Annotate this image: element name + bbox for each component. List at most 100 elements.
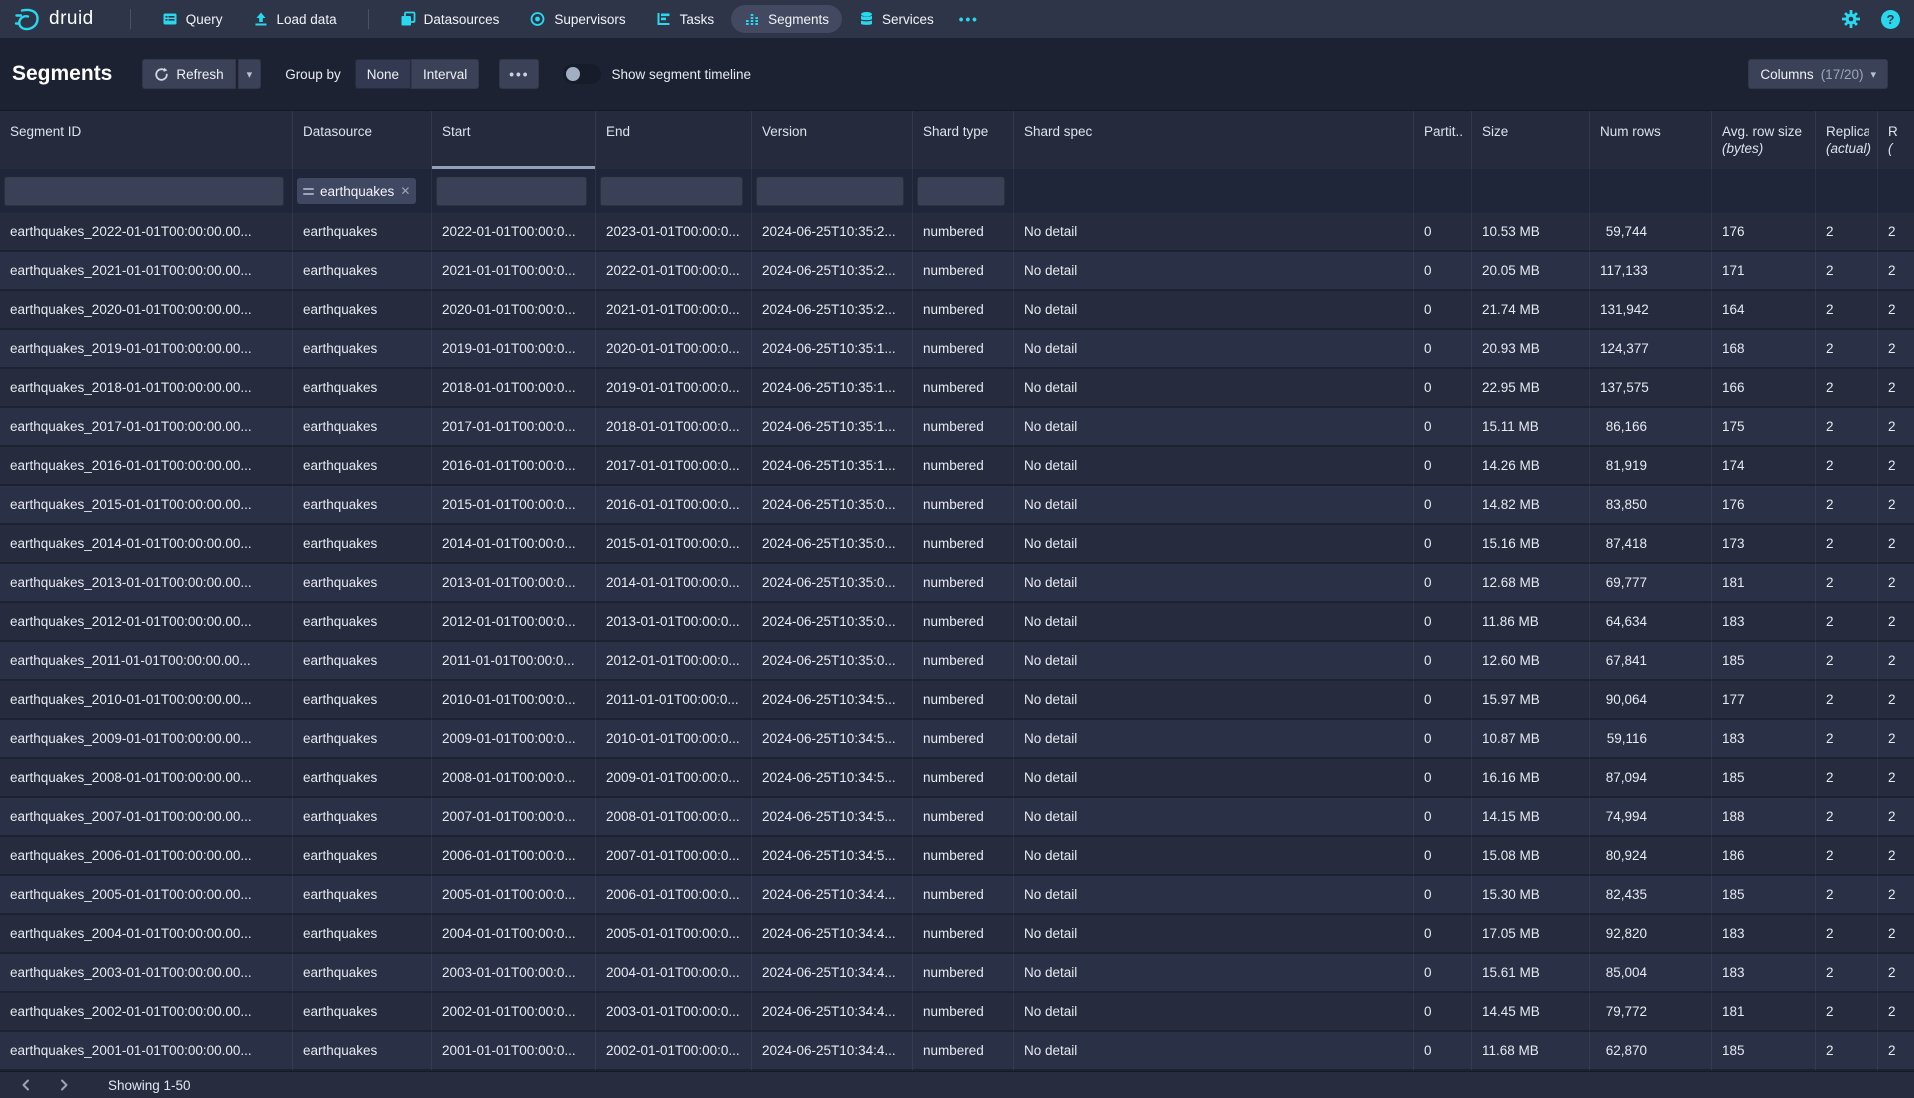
nav-item-query[interactable]: Query	[149, 5, 236, 33]
cell-last: 2	[1878, 681, 1914, 720]
cell-shard_type: numbered	[913, 603, 1014, 642]
cell-shard_type: numbered	[913, 759, 1014, 798]
remove-filter-icon[interactable]: ✕	[400, 184, 410, 198]
start-filter-input[interactable]	[436, 176, 587, 206]
table-row[interactable]: earthquakes_2022-01-01T00:00:00.00...ear…	[0, 213, 1914, 252]
cell-avg_row_size: 181	[1712, 564, 1816, 603]
cell-shard_type: numbered	[913, 330, 1014, 369]
table-row[interactable]: earthquakes_2003-01-01T00:00:00.00...ear…	[0, 954, 1914, 993]
cell-avg_row_size: 183	[1712, 720, 1816, 759]
cell-replicas: 2	[1816, 876, 1878, 915]
table-row[interactable]: earthquakes_2019-01-01T00:00:00.00...ear…	[0, 330, 1914, 369]
showing-count: Showing 1-50	[108, 1078, 191, 1093]
column-header-avg_row_size[interactable]: Avg. row size(bytes)	[1712, 111, 1816, 169]
column-header-end[interactable]: End	[596, 111, 752, 169]
cell-datasource: earthquakes	[293, 798, 432, 837]
cell-partition: 0	[1414, 291, 1472, 330]
table-row[interactable]: earthquakes_2016-01-01T00:00:00.00...ear…	[0, 447, 1914, 486]
cell-start: 2002-01-01T00:00:0...	[432, 993, 596, 1032]
refresh-button[interactable]: Refresh	[142, 59, 235, 89]
table-row[interactable]: earthquakes_2001-01-01T00:00:00.00...ear…	[0, 1032, 1914, 1071]
cell-end: 2006-01-01T00:00:0...	[596, 876, 752, 915]
column-header-shard_type[interactable]: Shard type	[913, 111, 1014, 169]
eye-icon	[529, 11, 546, 27]
cell-last: 2	[1878, 720, 1914, 759]
column-header-last[interactable]: R(	[1878, 111, 1914, 169]
table-row[interactable]: earthquakes_2018-01-01T00:00:00.00...ear…	[0, 369, 1914, 408]
cell-shard_type: numbered	[913, 915, 1014, 954]
cell-start: 2013-01-01T00:00:0...	[432, 564, 596, 603]
cell-last: 2	[1878, 564, 1914, 603]
column-header-shard_spec[interactable]: Shard spec	[1014, 111, 1414, 169]
table-row[interactable]: earthquakes_2017-01-01T00:00:00.00...ear…	[0, 408, 1914, 447]
table-row[interactable]: earthquakes_2010-01-01T00:00:00.00...ear…	[0, 681, 1914, 720]
cell-shard_type: numbered	[913, 1032, 1014, 1071]
cell-version: 2024-06-25T10:34:4...	[752, 915, 913, 954]
cell-size: 15.30 MB	[1472, 876, 1590, 915]
nav-more-button[interactable]: •••	[951, 6, 987, 33]
datasources-icon	[400, 11, 416, 27]
shard-type-filter-input[interactable]	[917, 176, 1005, 206]
nav-item-services[interactable]: Services	[846, 5, 947, 33]
column-header-partition[interactable]: Partit...	[1414, 111, 1472, 169]
column-header-id[interactable]: Segment ID	[0, 111, 293, 169]
cell-end: 2020-01-01T00:00:0...	[596, 330, 752, 369]
datasource-filter-tag[interactable]: earthquakes ✕	[297, 178, 416, 204]
table-row[interactable]: earthquakes_2007-01-01T00:00:00.00...ear…	[0, 798, 1914, 837]
cell-version: 2024-06-25T10:35:1...	[752, 408, 913, 447]
cell-last: 2	[1878, 447, 1914, 486]
upload-icon	[253, 11, 269, 27]
cell-end: 2004-01-01T00:00:0...	[596, 954, 752, 993]
table-row[interactable]: earthquakes_2011-01-01T00:00:00.00...ear…	[0, 642, 1914, 681]
cell-id: earthquakes_2022-01-01T00:00:00.00...	[0, 213, 293, 252]
refresh-dropdown-button[interactable]: ▾	[238, 59, 262, 89]
cell-shard_type: numbered	[913, 486, 1014, 525]
table-row[interactable]: earthquakes_2004-01-01T00:00:00.00...ear…	[0, 915, 1914, 954]
cell-id: earthquakes_2017-01-01T00:00:00.00...	[0, 408, 293, 447]
column-header-num_rows[interactable]: Num rows	[1590, 111, 1712, 169]
segment-timeline-toggle[interactable]	[563, 64, 601, 84]
column-header-size[interactable]: Size	[1472, 111, 1590, 169]
help-icon[interactable]: ?	[1881, 10, 1900, 29]
cell-version: 2024-06-25T10:34:4...	[752, 1032, 913, 1071]
table-row[interactable]: earthquakes_2012-01-01T00:00:00.00...ear…	[0, 603, 1914, 642]
columns-button[interactable]: Columns (17/20) ▾	[1748, 59, 1888, 89]
columns-label: Columns	[1760, 67, 1813, 82]
table-row[interactable]: earthquakes_2021-01-01T00:00:00.00...ear…	[0, 252, 1914, 291]
column-header-version[interactable]: Version	[752, 111, 913, 169]
table-row[interactable]: earthquakes_2014-01-01T00:00:00.00...ear…	[0, 525, 1914, 564]
nav-item-supervisors[interactable]: Supervisors	[516, 5, 638, 33]
app-logo[interactable]: druid	[14, 6, 94, 33]
cell-shard_type: numbered	[913, 993, 1014, 1032]
group-by-none-button[interactable]: None	[355, 59, 411, 89]
column-header-datasource[interactable]: Datasource	[293, 111, 432, 169]
cell-avg_row_size: 177	[1712, 681, 1816, 720]
more-actions-button[interactable]: •••	[499, 59, 539, 89]
nav-item-tasks[interactable]: Tasks	[643, 5, 728, 33]
table-row[interactable]: earthquakes_2002-01-01T00:00:00.00...ear…	[0, 993, 1914, 1032]
nav-item-datasources[interactable]: Datasources	[387, 5, 513, 33]
end-filter-input[interactable]	[600, 176, 743, 206]
cell-end: 2007-01-01T00:00:0...	[596, 837, 752, 876]
column-header-start[interactable]: Start	[432, 111, 596, 169]
version-filter-input[interactable]	[756, 176, 904, 206]
table-row[interactable]: earthquakes_2020-01-01T00:00:00.00...ear…	[0, 291, 1914, 330]
cell-avg_row_size: 175	[1712, 408, 1816, 447]
settings-gear-icon[interactable]	[1841, 9, 1861, 29]
table-row[interactable]: earthquakes_2013-01-01T00:00:00.00...ear…	[0, 564, 1914, 603]
nav-item-segments[interactable]: Segments	[731, 5, 842, 33]
cell-replicas: 2	[1816, 525, 1878, 564]
table-row[interactable]: earthquakes_2008-01-01T00:00:00.00...ear…	[0, 759, 1914, 798]
table-row[interactable]: earthquakes_2005-01-01T00:00:00.00...ear…	[0, 876, 1914, 915]
divider	[368, 9, 369, 29]
nav-item-load-data[interactable]: Load data	[240, 5, 350, 33]
cell-id: earthquakes_2013-01-01T00:00:00.00...	[0, 564, 293, 603]
column-header-replicas[interactable]: Replicas(actual)	[1816, 111, 1878, 169]
next-page-button[interactable]	[48, 1077, 80, 1093]
table-row[interactable]: earthquakes_2015-01-01T00:00:00.00...ear…	[0, 486, 1914, 525]
table-row[interactable]: earthquakes_2006-01-01T00:00:00.00...ear…	[0, 837, 1914, 876]
segment-id-filter-input[interactable]	[4, 176, 284, 206]
previous-page-button[interactable]	[10, 1077, 42, 1093]
group-by-interval-button[interactable]: Interval	[411, 59, 479, 89]
table-row[interactable]: earthquakes_2009-01-01T00:00:00.00...ear…	[0, 720, 1914, 759]
